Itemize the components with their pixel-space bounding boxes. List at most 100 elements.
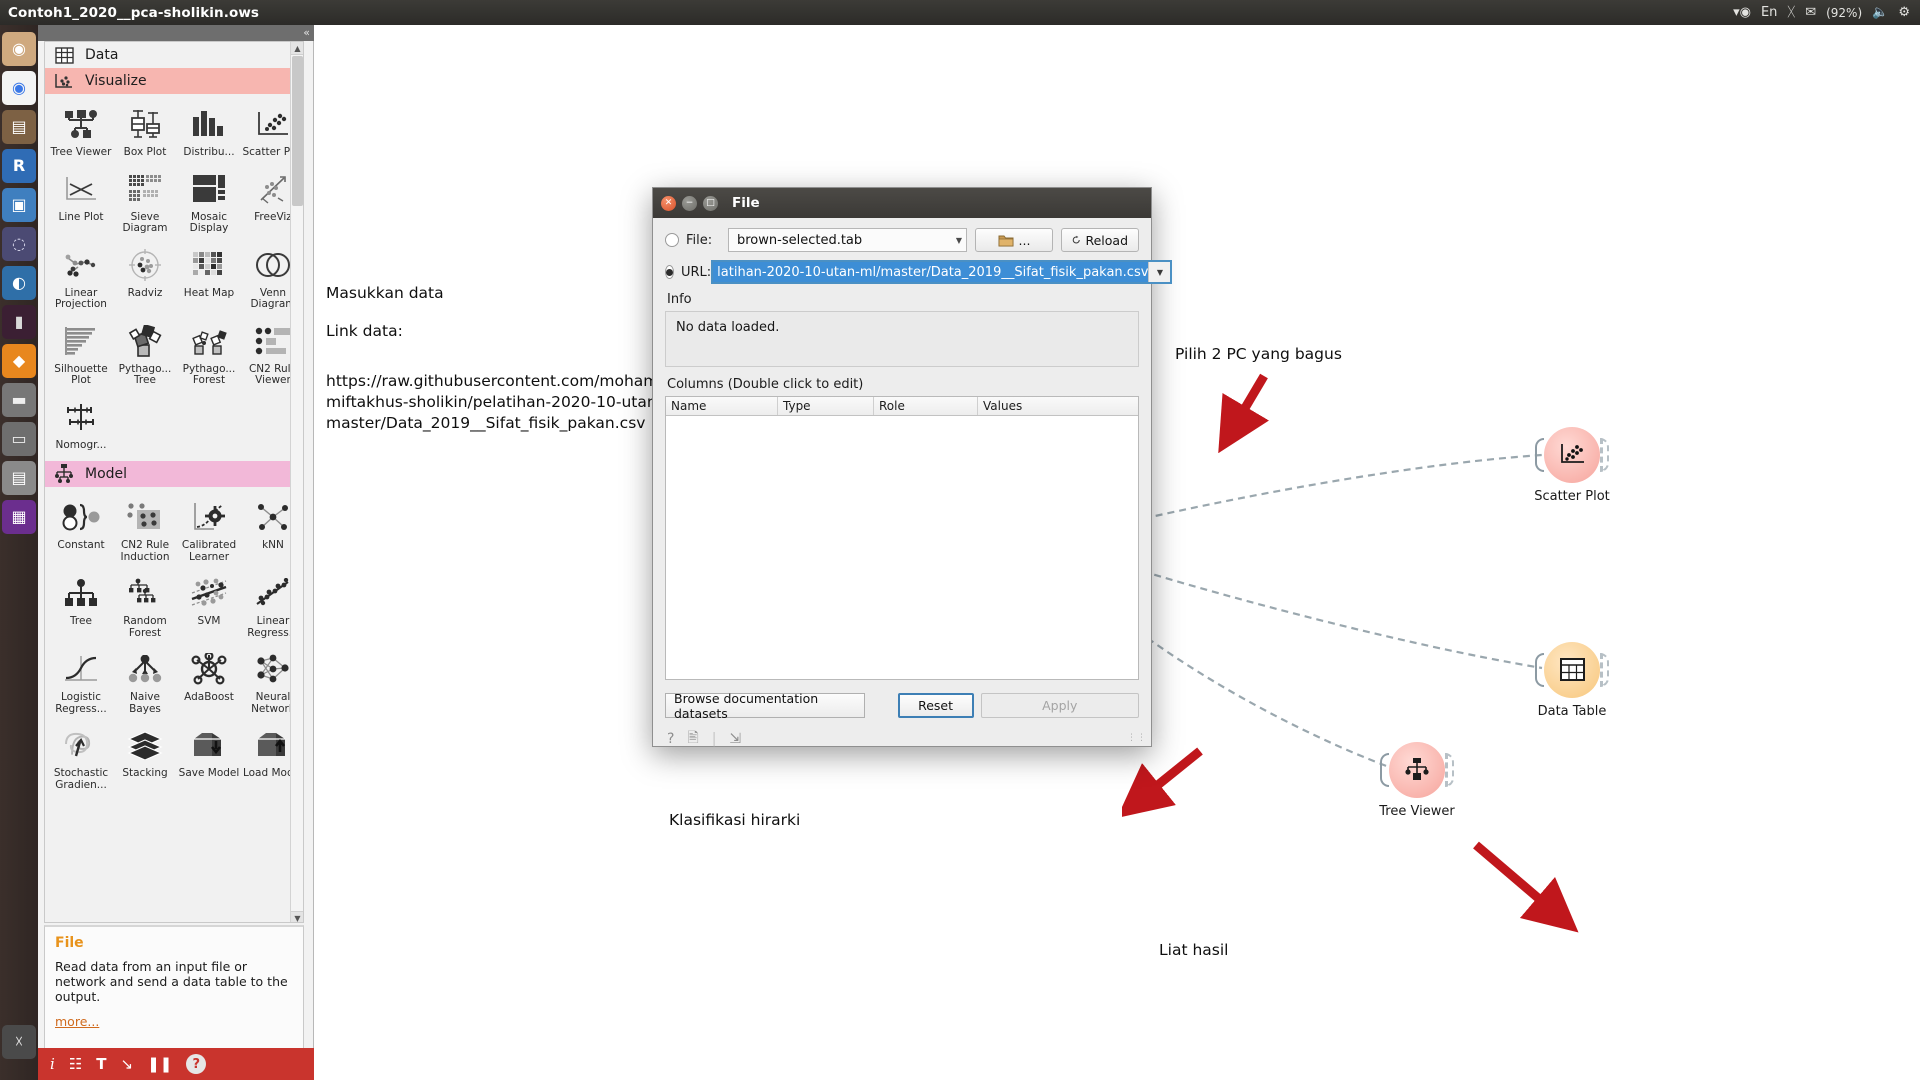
widget-pythagorean-forest[interactable]: Pythago... Forest <box>177 317 241 393</box>
launcher-item-trash-icon[interactable]: ☓ <box>2 1025 36 1059</box>
output-port[interactable] <box>1600 438 1609 472</box>
launcher-item-purple-app-icon[interactable]: ▦ <box>2 500 36 534</box>
reload-button[interactable]: Reload <box>1061 228 1139 252</box>
widget-calibrated-learner[interactable]: Calibrated Learner <box>177 493 241 569</box>
columns-table[interactable]: Name Type Role Values <box>665 396 1139 680</box>
file-combo[interactable]: brown-selected.tab ▼ <box>728 228 967 252</box>
widget-save-model[interactable]: Save Model <box>177 721 241 797</box>
widget-linear-projection[interactable]: Linear Projection <box>49 241 113 317</box>
launcher-item-drawer-icon[interactable]: ▭ <box>2 422 36 456</box>
file-dialog[interactable]: ✕ − □ File File: brown-selected.tab ▼ ..… <box>652 187 1173 747</box>
collapse-chevrons-icon[interactable]: « <box>303 26 310 40</box>
widget-stacking[interactable]: Stacking <box>113 721 177 797</box>
launcher-item-chrome-icon[interactable]: ◉ <box>2 71 36 105</box>
grid-icon[interactable]: ☷ <box>69 1056 82 1072</box>
help-icon[interactable]: ? <box>667 731 674 747</box>
launcher-item-ubuntu-dash-icon[interactable]: ◉ <box>2 32 36 66</box>
widget-constant[interactable]: Constant <box>49 493 113 569</box>
column-header-name[interactable]: Name <box>666 397 778 415</box>
node-data-table-circle[interactable] <box>1535 642 1609 698</box>
report-icon[interactable]: 🖹 <box>687 727 698 751</box>
launcher-item-photos-icon[interactable]: ▣ <box>2 188 36 222</box>
minimize-icon[interactable]: − <box>682 195 697 211</box>
widget-random-forest[interactable]: Random Forest <box>113 569 177 645</box>
mail-icon[interactable]: ✉ <box>1805 6 1816 19</box>
widget-naive-bayes[interactable]: Naive Bayes <box>113 645 177 721</box>
widget-tree[interactable]: Tree <box>49 569 113 645</box>
close-icon[interactable]: ✕ <box>661 195 676 211</box>
dialog-titlebar[interactable]: ✕ − □ File <box>653 188 1151 218</box>
category-header-model[interactable]: Model <box>45 461 303 487</box>
column-header-role[interactable]: Role <box>874 397 978 415</box>
power-icon[interactable]: ⚙ <box>1898 6 1910 19</box>
node-tree-viewer[interactable]: Tree Viewer <box>1357 742 1477 819</box>
note-url[interactable]: https://raw.githubusercontent.com/mohamm… <box>326 371 698 434</box>
note-link-data[interactable]: Link data: <box>326 321 403 342</box>
widget-logistic-regression[interactable]: Logistic Regress... <box>49 645 113 721</box>
browse-file-button[interactable]: ... <box>975 228 1053 252</box>
node-scatter-plot[interactable]: Scatter Plot <box>1512 427 1632 504</box>
volume-icon[interactable]: 🔈 <box>1872 6 1888 19</box>
column-header-type[interactable]: Type <box>778 397 874 415</box>
note-masukkan-data[interactable]: Masukkan data <box>326 283 444 304</box>
help-more-link[interactable]: more... <box>55 1014 99 1029</box>
output-port[interactable] <box>1445 753 1454 787</box>
scroll-up-arrow-icon[interactable]: ▲ <box>291 42 303 55</box>
battery-indicator[interactable]: (92%) <box>1826 6 1862 20</box>
scrollbar-thumb[interactable] <box>292 56 303 206</box>
column-header-values[interactable]: Values <box>978 397 1138 415</box>
scroll-down-arrow-icon[interactable]: ▼ <box>291 911 303 922</box>
bluetooth-icon[interactable]: ᚷ <box>1787 6 1795 19</box>
note-pilih-pc[interactable]: Pilih 2 PC yang bagus <box>1175 344 1342 365</box>
workflow-canvas[interactable]: Masukkan data Link data: https://raw.git… <box>314 25 1920 1080</box>
input-port[interactable] <box>1380 753 1389 787</box>
widget-nomogram[interactable]: Nomogr... <box>49 393 113 458</box>
output-icon[interactable]: ⇲ <box>729 731 741 747</box>
launcher-item-document-icon[interactable]: ▤ <box>2 461 36 495</box>
toolbox-scrollbar[interactable]: ▲ ▼ <box>290 42 303 922</box>
launcher-item-files-icon[interactable]: ▤ <box>2 110 36 144</box>
url-combo[interactable]: latihan-2020-10-utan-ml/master/Data_2019… <box>711 260 1173 284</box>
widget-radviz[interactable]: Radviz <box>113 241 177 317</box>
browse-docs-button[interactable]: Browse documentation datasets <box>665 691 865 721</box>
note-klasifikasi-hirarki[interactable]: Klasifikasi hirarki <box>669 810 800 831</box>
maximize-icon[interactable]: □ <box>703 195 718 211</box>
note-liat-hasil[interactable]: Liat hasil <box>1159 940 1228 961</box>
node-scatter-plot-circle[interactable] <box>1535 427 1609 483</box>
info-icon[interactable]: i <box>50 1056 55 1072</box>
input-port[interactable] <box>1535 653 1544 687</box>
resize-grip[interactable]: ⋮⋮ <box>1127 733 1147 743</box>
widget-sieve-diagram[interactable]: Sieve Diagram <box>113 165 177 241</box>
wifi-icon[interactable]: ▾◉ <box>1733 6 1751 19</box>
help-icon[interactable]: ? <box>186 1054 207 1074</box>
launcher-item-archive-icon[interactable]: ▬ <box>2 383 36 417</box>
category-header-visualize[interactable]: Visualize <box>45 68 303 94</box>
url-input[interactable]: latihan-2020-10-utan-ml/master/Data_2019… <box>713 262 1149 282</box>
widget-tree-viewer[interactable]: Tree Viewer <box>49 100 113 165</box>
file-radio[interactable] <box>665 233 679 247</box>
widget-box-plot[interactable]: Box Plot <box>113 100 177 165</box>
category-header-data[interactable]: Data <box>45 42 303 68</box>
launcher-item-terminal-icon[interactable]: ▮ <box>2 305 36 339</box>
widget-silhouette-plot[interactable]: Silhouette Plot <box>49 317 113 393</box>
reset-button[interactable]: Reset <box>897 693 974 718</box>
launcher-item-rstudio-icon[interactable]: R <box>2 149 36 183</box>
node-tree-viewer-circle[interactable] <box>1380 742 1454 798</box>
widget-heat-map[interactable]: Heat Map <box>177 241 241 317</box>
widget-adaboost[interactable]: AdaBoost <box>177 645 241 721</box>
pause-icon[interactable]: ❚❚ <box>147 1056 172 1072</box>
widget-svm[interactable]: SVM <box>177 569 241 645</box>
url-chevron-down-icon[interactable]: ▼ <box>1148 262 1171 282</box>
launcher-item-spheres-icon[interactable]: ◌ <box>2 227 36 261</box>
url-radio[interactable] <box>665 265 674 279</box>
widget-pythagorean-tree[interactable]: Pythago... Tree <box>113 317 177 393</box>
arrow-icon[interactable]: ↘ <box>121 1056 134 1072</box>
language-indicator[interactable]: En <box>1761 6 1777 19</box>
text-icon[interactable]: T <box>96 1056 106 1072</box>
input-port[interactable] <box>1535 438 1544 472</box>
widget-line-plot[interactable]: Line Plot <box>49 165 113 241</box>
widget-mosaic-display[interactable]: Mosaic Display <box>177 165 241 241</box>
node-data-table[interactable]: Data Table <box>1512 642 1632 719</box>
widget-stochastic-gradient[interactable]: Stochastic Gradien... <box>49 721 113 797</box>
output-port[interactable] <box>1600 653 1609 687</box>
